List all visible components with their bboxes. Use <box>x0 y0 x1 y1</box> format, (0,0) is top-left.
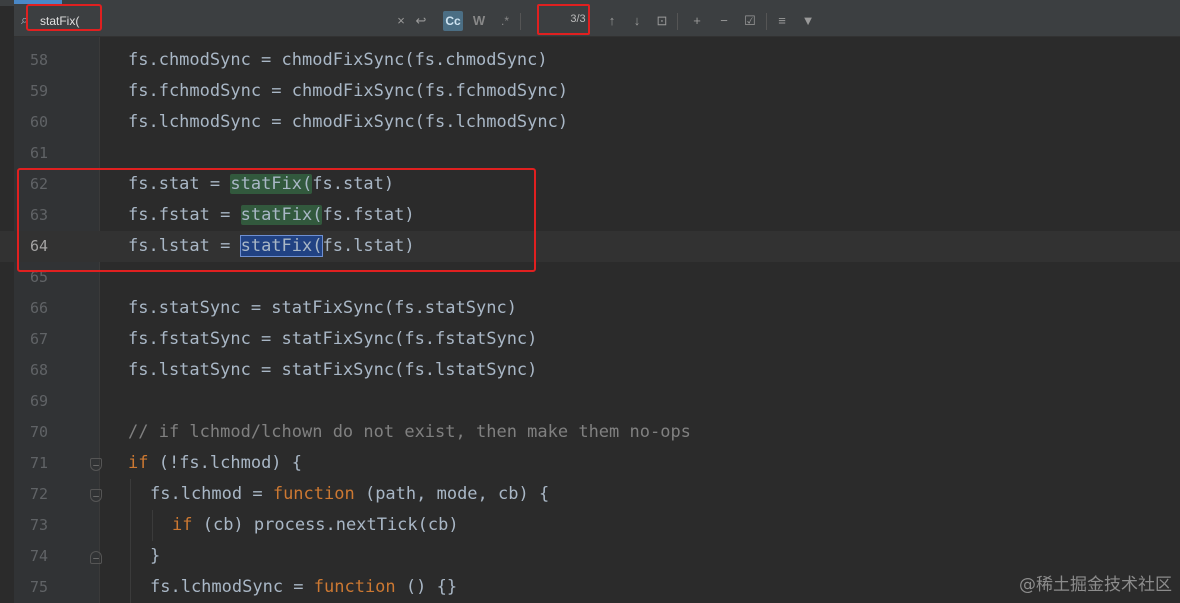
line-code: fs.lstatSync = statFixSync(fs.lstatSync) <box>128 360 538 380</box>
search-history-icon[interactable]: ↩ <box>413 11 429 31</box>
add-occurrence-icon[interactable]: + <box>688 11 706 31</box>
match-case-toggle[interactable]: Cc <box>443 11 463 31</box>
line-code: fs.chmodSync = chmodFixSync(fs.chmodSync… <box>128 50 548 70</box>
keyword: if <box>128 453 149 473</box>
keyword: function <box>313 577 396 597</box>
keyword: function <box>272 484 355 504</box>
code-editor[interactable]: 58 fs.chmodSync = chmodFixSync(fs.chmodS… <box>0 37 1180 603</box>
watermark: @稀土掘金技术社区 <box>1019 575 1172 595</box>
next-occurrence-icon[interactable]: ↓ <box>629 11 645 31</box>
code-text: (cb) process.nextTick(cb) <box>192 515 459 535</box>
filter-settings-icon[interactable]: ≡ <box>774 11 790 31</box>
code-line: 74 − } <box>0 541 1180 572</box>
code-line: 59 fs.fchmodSync = chmodFixSync(fs.fchmo… <box>0 76 1180 107</box>
find-toolbar: ⌕ × ↩ Cc W .* 3/3 ↑ ↓ ⊡ + − ☑ ≡ ▼ <box>14 6 1180 37</box>
line-code: if (cb) process.nextTick(cb) <box>172 515 459 535</box>
select-occurrences-icon[interactable]: ☑ <box>741 11 759 31</box>
line-code: fs.fstatSync = statFixSync(fs.fstatSync) <box>128 329 538 349</box>
line-number: 73 <box>29 516 49 534</box>
code-line: 66 fs.statSync = statFixSync(fs.statSync… <box>0 293 1180 324</box>
line-comment: // if lchmod/lchown do not exist, then m… <box>128 422 691 442</box>
whole-words-toggle[interactable]: W <box>470 11 488 31</box>
line-code: fs.statSync = statFixSync(fs.statSync) <box>128 298 517 318</box>
code-line: 60 fs.lchmodSync = chmodFixSync(fs.lchmo… <box>0 107 1180 138</box>
toolbar-divider <box>766 13 767 30</box>
line-number: 61 <box>29 144 49 162</box>
remove-occurrence-icon[interactable]: − <box>715 11 733 31</box>
code-text: fs.lchmodSync = <box>150 577 314 597</box>
line-number: 71 <box>29 454 49 472</box>
code-line: 69 <box>0 386 1180 417</box>
code-line: 67 fs.fstatSync = statFixSync(fs.fstatSy… <box>0 324 1180 355</box>
toolbar-divider <box>677 13 678 30</box>
code-text: fs.lchmod = <box>150 484 273 504</box>
code-line: 75 fs.lchmodSync = function () {} <box>0 572 1180 603</box>
line-number: 66 <box>29 299 49 317</box>
annotation-box-search <box>26 4 102 31</box>
code-text: () {} <box>395 577 458 597</box>
code-text: (path, mode, cb) { <box>354 484 550 504</box>
line-code: fs.lchmodSync = function () {} <box>150 577 457 597</box>
annotation-box-match-count <box>537 4 590 35</box>
code-line: 71 − if (!fs.lchmod) { <box>0 448 1180 479</box>
line-code: if (!fs.lchmod) { <box>128 453 302 473</box>
code-line: 70 // if lchmod/lchown do not exist, the… <box>0 417 1180 448</box>
line-code: } <box>150 546 161 566</box>
indent-guide <box>130 479 131 603</box>
line-number: 75 <box>29 578 49 596</box>
line-number: 70 <box>29 423 49 441</box>
code-line: 68 fs.lstatSync = statFixSync(fs.lstatSy… <box>0 355 1180 386</box>
line-code: fs.fchmodSync = chmodFixSync(fs.fchmodSy… <box>128 81 569 101</box>
line-number: 67 <box>29 330 49 348</box>
line-code: fs.lchmodSync = chmodFixSync(fs.lchmodSy… <box>128 112 569 132</box>
fold-collapse-icon[interactable]: − <box>90 489 102 503</box>
toolbar-divider <box>520 13 521 30</box>
code-text: (!fs.lchmod) { <box>148 453 303 473</box>
clear-search-icon[interactable]: × <box>393 11 409 31</box>
fold-collapse-icon[interactable]: − <box>90 458 102 472</box>
line-number: 72 <box>29 485 49 503</box>
code-line: 61 <box>0 138 1180 169</box>
line-number: 68 <box>29 361 49 379</box>
line-number: 60 <box>29 113 49 131</box>
line-number: 74 <box>29 547 49 565</box>
keyword: if <box>172 515 193 535</box>
previous-occurrence-icon[interactable]: ↑ <box>604 11 620 31</box>
line-number: 69 <box>29 392 49 410</box>
regex-toggle[interactable]: .* <box>497 11 513 31</box>
filter-icon[interactable]: ▼ <box>800 11 816 31</box>
line-code: fs.lchmod = function (path, mode, cb) { <box>150 484 549 504</box>
line-number: 58 <box>29 51 49 69</box>
select-all-occurrences-icon[interactable]: ⊡ <box>654 11 670 31</box>
fold-end-icon[interactable]: − <box>90 551 102 565</box>
indent-guide <box>152 510 153 541</box>
code-line: 72 − fs.lchmod = function (path, mode, c… <box>0 479 1180 510</box>
annotation-box-matched-lines <box>17 168 536 272</box>
code-line: 58 fs.chmodSync = chmodFixSync(fs.chmodS… <box>0 45 1180 76</box>
line-number: 59 <box>29 82 49 100</box>
code-line: 73 if (cb) process.nextTick(cb) <box>0 510 1180 541</box>
